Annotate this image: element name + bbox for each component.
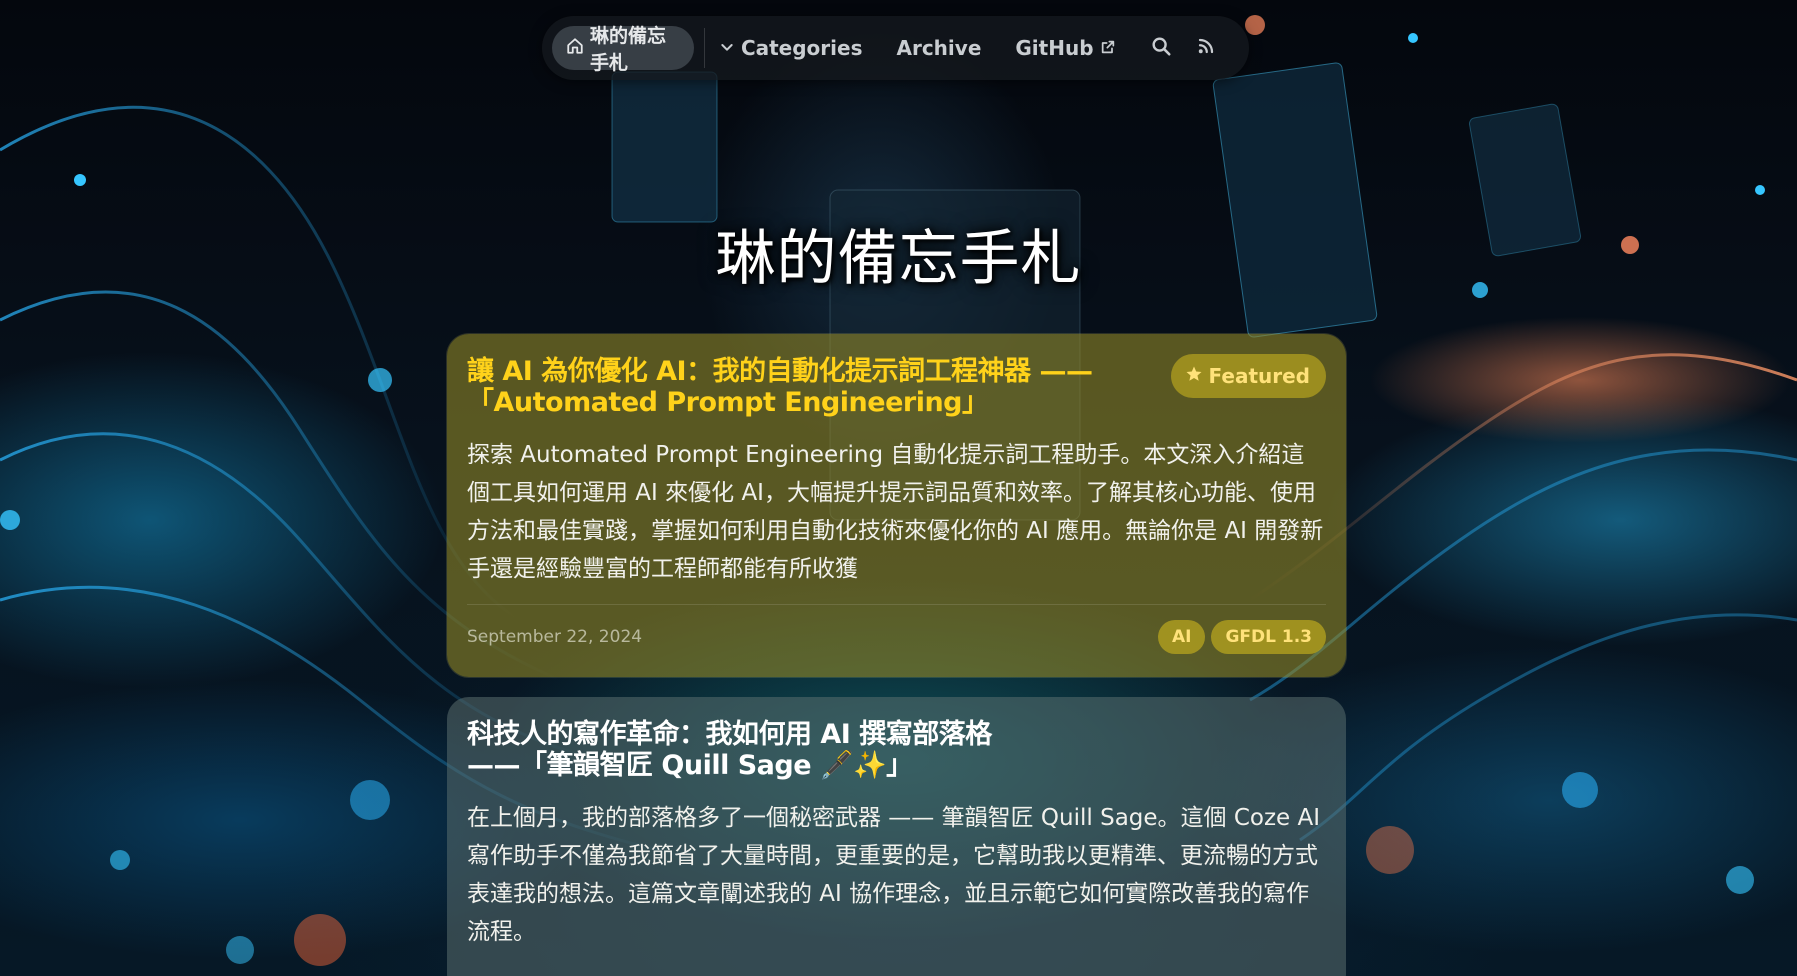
tag-license[interactable]: GFDL 1.3 bbox=[1211, 620, 1326, 654]
site-title: 琳的備忘手札 bbox=[715, 224, 1082, 294]
rss-icon bbox=[1197, 37, 1215, 59]
post-excerpt: 在上個月，我的部落格多了一個秘密武器 —— 筆韻智匠 Quill Sage。這個… bbox=[467, 805, 1321, 945]
nav-divider bbox=[704, 28, 705, 68]
post-card[interactable]: 科技人的寫作革命：我如何用 AI 撰寫部落格 ——「筆韻智匠 Quill Sag… bbox=[447, 697, 1346, 976]
chevron-down-icon bbox=[719, 36, 735, 60]
home-link[interactable]: 琳的備忘手札 bbox=[552, 25, 695, 74]
post-date: September 22, 2024 bbox=[467, 627, 643, 647]
home-link-label: 琳的備忘手札 bbox=[590, 25, 667, 74]
post-card-featured[interactable]: 讓 AI 為你優化 AI：我的自動化提示詞工程神器 ——「Automated P… bbox=[447, 334, 1346, 677]
search-button[interactable] bbox=[1150, 34, 1173, 62]
external-link-icon bbox=[1100, 36, 1116, 60]
post-title[interactable]: 科技人的寫作革命：我如何用 AI 撰寫部落格 ——「筆韻智匠 Quill Sag… bbox=[467, 719, 1007, 781]
rss-button[interactable] bbox=[1194, 34, 1217, 62]
search-icon bbox=[1150, 35, 1172, 61]
tag-ai[interactable]: AI bbox=[1157, 620, 1206, 654]
archive-link[interactable]: Archive bbox=[896, 36, 981, 60]
categories-label: Categories bbox=[740, 36, 863, 60]
post-excerpt: 探索 Automated Prompt Engineering 自動化提示詞工程… bbox=[467, 442, 1324, 582]
post-title[interactable]: 讓 AI 為你優化 AI：我的自動化提示詞工程神器 ——「Automated P… bbox=[467, 356, 1147, 418]
github-link[interactable]: GitHub bbox=[1015, 36, 1115, 60]
star-icon bbox=[1185, 364, 1203, 388]
post-footer: September 22, 2024 AI GFDL 1.3 bbox=[467, 604, 1326, 657]
post-tags: AI GFDL 1.3 bbox=[1157, 620, 1326, 654]
home-icon bbox=[566, 37, 584, 60]
github-label: GitHub bbox=[1015, 36, 1094, 60]
top-nav: 琳的備忘手札 Categories Archive GitHub bbox=[542, 16, 1249, 80]
categories-menu[interactable]: Categories bbox=[719, 36, 863, 60]
archive-label: Archive bbox=[896, 36, 982, 60]
featured-label: Featured bbox=[1208, 364, 1310, 388]
featured-badge: Featured bbox=[1170, 354, 1326, 398]
